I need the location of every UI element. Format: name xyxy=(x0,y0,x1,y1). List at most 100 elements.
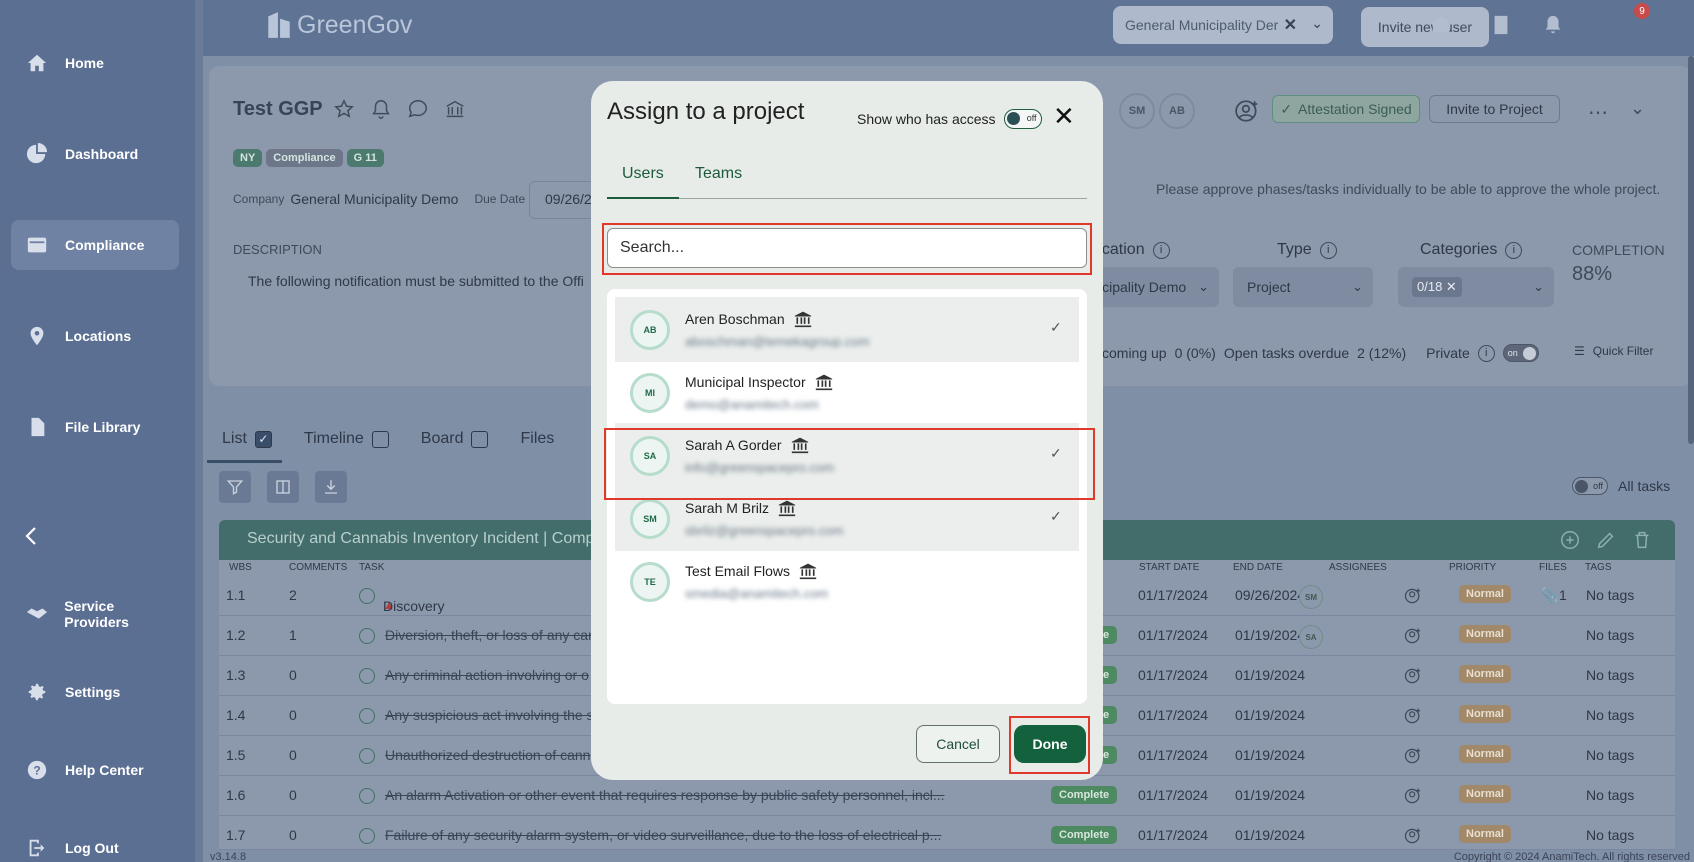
chevron-down-icon: ⌄ xyxy=(1533,279,1544,294)
sidebar-item-settings[interactable]: Settings xyxy=(11,667,179,717)
sidebar-item-label: Settings xyxy=(65,684,121,700)
tab-teams[interactable]: Teams xyxy=(695,165,742,183)
government-building-icon[interactable] xyxy=(444,98,466,123)
filter-button[interactable] xyxy=(219,471,251,503)
bell-icon[interactable] xyxy=(1542,14,1566,38)
type-select[interactable]: Project ⌄ xyxy=(1233,267,1373,307)
add-assignee-icon[interactable] xyxy=(1403,786,1423,809)
app-version: v3.14.8 xyxy=(210,851,247,862)
trash-icon[interactable] xyxy=(1631,529,1653,556)
info-icon[interactable]: i xyxy=(1152,241,1170,259)
quick-filter-button[interactable]: ☰ Quick Filter xyxy=(1574,344,1653,358)
priority-badge: Normal xyxy=(1459,705,1511,723)
checkbox-checked-icon[interactable]: ✓ xyxy=(254,430,272,448)
checkbox[interactable] xyxy=(371,430,389,448)
tab-timeline[interactable]: Timeline xyxy=(304,430,389,448)
chat-icon[interactable] xyxy=(407,98,429,123)
edit-pencil-icon[interactable] xyxy=(1595,529,1617,556)
add-assignee-icon[interactable] xyxy=(1403,626,1423,649)
tag: Compliance xyxy=(266,149,343,167)
search-input[interactable] xyxy=(607,228,1087,268)
invite-new-user-button[interactable]: Invite new user xyxy=(1361,7,1489,47)
private-toggle[interactable]: on xyxy=(1502,344,1539,362)
add-circle-icon[interactable] xyxy=(1559,529,1581,556)
government-building-icon xyxy=(794,311,811,328)
user-name: Aren Boschman xyxy=(685,311,785,327)
categories-label: Categories i xyxy=(1420,241,1523,259)
sidebar-item-file-library[interactable]: File Library xyxy=(11,402,179,452)
chevron-down-icon: ⌄ xyxy=(1198,279,1209,294)
checkbox[interactable] xyxy=(471,430,489,448)
tab-list[interactable]: List ✓ xyxy=(222,430,272,448)
task-status-icon[interactable] xyxy=(359,828,375,844)
location-select[interactable]: icipality Demo ⌄ xyxy=(1085,267,1219,307)
done-button[interactable]: Done xyxy=(1014,725,1086,763)
cancel-button[interactable]: Cancel xyxy=(916,725,1000,763)
table-row[interactable]: 1.7 0 Failure of any security alarm syst… xyxy=(219,816,1675,850)
priority-badge: Normal xyxy=(1459,585,1511,603)
bell-icon[interactable] xyxy=(370,98,392,123)
logout-icon xyxy=(25,836,49,860)
location-pin-icon xyxy=(25,324,49,348)
sidebar-item-help-center[interactable]: ? Help Center xyxy=(11,745,179,795)
sidebar-item-dashboard[interactable]: Dashboard xyxy=(11,129,179,179)
list-item[interactable]: MI Municipal Inspector demo@anamitech.co… xyxy=(615,360,1079,425)
columns-button[interactable] xyxy=(267,471,299,503)
table-row[interactable]: 1.6 0 An alarm Activation or other event… xyxy=(219,776,1675,816)
avatar[interactable]: AB xyxy=(1159,93,1195,129)
list-item[interactable]: TE Test Email Flows smedia@anamitech.com xyxy=(615,549,1079,614)
sidebar-item-compliance[interactable]: Compliance xyxy=(11,220,179,270)
task-status-icon[interactable] xyxy=(359,708,375,724)
top-bar: GreenGov General Municipality Der ✕ ⌄ In… xyxy=(203,0,1694,56)
sidebar-item-service-providers[interactable]: Service Providers xyxy=(11,589,179,639)
chevron-down-icon[interactable]: ⌄ xyxy=(1311,15,1323,32)
sidebar-item-home[interactable]: Home xyxy=(11,38,179,88)
tab-users[interactable]: Users xyxy=(622,165,664,183)
add-assignee-icon[interactable] xyxy=(1403,746,1423,769)
user-email: sbrilz@greenspacepro.com xyxy=(685,523,844,538)
invite-to-project-button[interactable]: Invite to Project xyxy=(1429,95,1560,123)
task-status-icon[interactable] xyxy=(359,628,375,644)
tab-board[interactable]: Board xyxy=(421,430,489,448)
avatar: AB xyxy=(630,310,670,350)
add-assignee-icon[interactable] xyxy=(1403,826,1423,849)
completion-value: 88% xyxy=(1572,263,1613,285)
chevron-down-icon[interactable]: ⌄ xyxy=(1630,98,1645,119)
list-item[interactable]: AB Aren Boschman aboschman@temekagroup.c… xyxy=(615,297,1079,362)
close-icon[interactable]: ✕ xyxy=(1053,103,1075,129)
info-icon[interactable]: i xyxy=(1319,241,1337,259)
task-status-icon[interactable] xyxy=(359,588,375,604)
categories-chip[interactable]: 0/18 ✕ xyxy=(1412,277,1462,297)
sidebar-item-locations[interactable]: Locations xyxy=(11,311,179,361)
download-button[interactable] xyxy=(315,471,347,503)
task-status-icon[interactable] xyxy=(359,668,375,684)
task-status-icon[interactable] xyxy=(359,748,375,764)
avatar[interactable]: SM xyxy=(1119,93,1155,129)
star-icon[interactable] xyxy=(333,98,355,123)
collapse-sidebar-icon[interactable] xyxy=(20,524,44,548)
document-icon[interactable] xyxy=(1490,14,1514,38)
add-assignee-icon[interactable] xyxy=(1403,666,1423,689)
info-icon[interactable]: i xyxy=(1505,241,1523,259)
page-scrollbar[interactable] xyxy=(1688,56,1694,444)
assign-to-project-modal: Assign to a project Show who has access … xyxy=(591,81,1103,780)
all-tasks-toggle[interactable]: off xyxy=(1572,477,1608,495)
show-access-toggle[interactable]: off xyxy=(1003,109,1042,129)
tab-files[interactable]: Files xyxy=(520,430,554,448)
info-icon[interactable]: i xyxy=(1477,344,1495,362)
add-assignee-icon[interactable] xyxy=(1403,706,1423,729)
add-assignee-icon[interactable] xyxy=(1403,586,1423,609)
more-options-icon[interactable]: ⋯ xyxy=(1588,100,1609,125)
task-status-icon[interactable] xyxy=(359,788,375,804)
project-title: Test GGP xyxy=(233,98,323,120)
type-label: Type i xyxy=(1277,241,1337,259)
location-label: ocation i xyxy=(1093,241,1170,259)
organization-select[interactable]: General Municipality Der ✕ ⌄ xyxy=(1113,6,1333,44)
inbox-icon[interactable] xyxy=(1430,14,1454,38)
assign-user-icon[interactable] xyxy=(1234,98,1260,127)
sidebar-item-log-out[interactable]: Log Out xyxy=(11,823,179,862)
svg-text:?: ? xyxy=(33,764,40,778)
categories-select[interactable]: 0/18 ✕ ⌄ xyxy=(1398,267,1554,307)
user-name: Test Email Flows xyxy=(685,563,791,579)
clear-selection-icon[interactable]: ✕ xyxy=(1284,15,1297,35)
